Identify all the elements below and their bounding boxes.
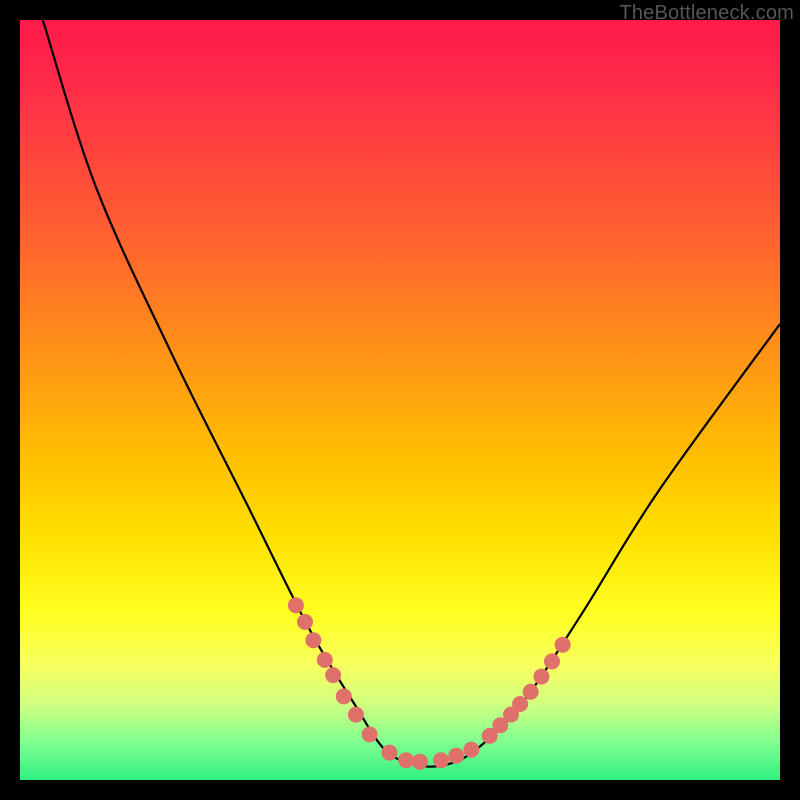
bottom-marker-4 [433,752,449,768]
chart-container: TheBottleneck.com [0,0,800,800]
right-marker-6 [533,669,549,685]
plot-area [20,20,780,780]
left-marker-4 [317,652,333,668]
left-marker-8 [362,726,378,742]
bottom-marker-1 [381,745,397,761]
right-marker-5 [523,684,539,700]
left-marker-2 [297,614,313,630]
bottom-marker-3 [412,754,428,770]
bottleneck-curve [43,20,780,767]
bottom-marker-2 [398,752,414,768]
watermark-text: TheBottleneck.com [619,2,794,25]
left-marker-6 [336,688,352,704]
left-marker-7 [348,707,364,723]
left-marker-3 [305,632,321,648]
right-marker-8 [555,637,571,653]
chart-svg [20,20,780,780]
bottom-marker-6 [463,742,479,758]
left-marker-1 [288,597,304,613]
right-marker-4 [512,696,528,712]
bottom-marker-5 [448,748,464,764]
markers-group [288,597,571,770]
right-marker-7 [544,653,560,669]
left-marker-5 [325,667,341,683]
